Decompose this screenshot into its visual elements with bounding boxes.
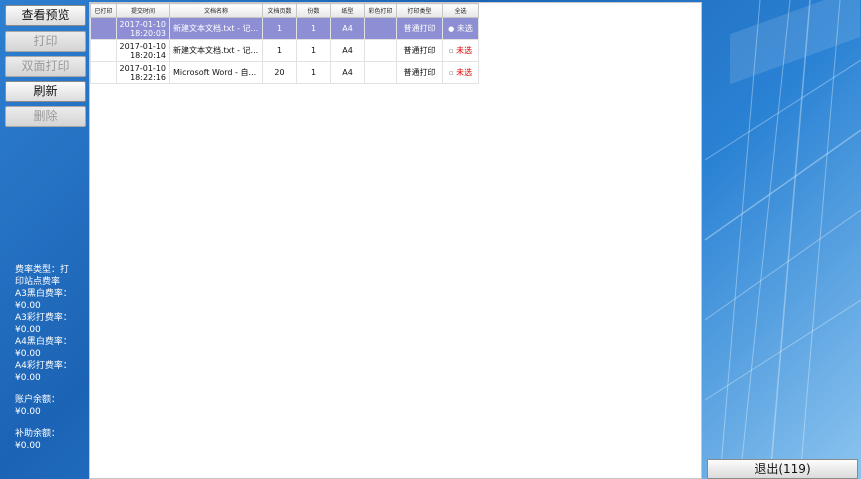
- duplex-print-button[interactable]: 双面打印: [5, 56, 86, 77]
- rates-panel: 费率类型：打 印站点费率 A3黑白费率： ¥0.00 A3彩打费率： ¥0.00…: [15, 264, 87, 452]
- copies-cell[interactable]: 1: [296, 61, 331, 84]
- select-cell[interactable]: ▫ 未选: [442, 39, 479, 62]
- col-paper[interactable]: 纸型: [330, 3, 365, 18]
- submit-date: 2017-01-10: [119, 41, 167, 51]
- printed-cell: [90, 39, 117, 62]
- copies-cell[interactable]: 1: [296, 17, 331, 40]
- pages-cell: 1: [262, 17, 297, 40]
- select-checkbox-icon[interactable]: ▫: [449, 69, 454, 77]
- print-type-cell[interactable]: 普通打印: [396, 39, 443, 62]
- col-submit-time[interactable]: 提交时间: [116, 3, 170, 18]
- preview-button[interactable]: 查看预览: [5, 5, 86, 26]
- subsidy-label: 补助余额：: [15, 429, 61, 439]
- select-checkbox-icon[interactable]: ▫: [449, 47, 454, 55]
- paper-cell[interactable]: A4: [330, 39, 365, 62]
- fee-type-value: 印站点费率: [15, 277, 61, 287]
- left-sidebar: 查看预览 打印 双面打印 刷新 删除 费率类型：打 印站点费率 A3黑白费率： …: [0, 0, 89, 479]
- copies-cell[interactable]: 1: [296, 39, 331, 62]
- print-type-cell[interactable]: 普通打印: [396, 17, 443, 40]
- col-color[interactable]: 彩色打印: [364, 3, 397, 18]
- print-job-table: 已打印 提交时间 文档名称 文档页数 份数 纸型 彩色打印 打印类型 全选 20…: [90, 3, 479, 84]
- pages-cell: 1: [262, 39, 297, 62]
- doc-name-cell: 新建文本文档.txt - 记...: [169, 39, 263, 62]
- col-doc-name[interactable]: 文档名称: [169, 3, 263, 18]
- paper-cell[interactable]: A4: [330, 17, 365, 40]
- balance-value: ¥0.00: [15, 407, 41, 417]
- paper-cell[interactable]: A4: [330, 61, 365, 84]
- submit-clock: 18:22:16: [130, 72, 166, 82]
- color-cell[interactable]: [364, 61, 397, 84]
- select-cell[interactable]: ▫ 未选: [442, 61, 479, 84]
- print-type-cell[interactable]: 普通打印: [396, 61, 443, 84]
- a3-bw-value: ¥0.00: [15, 301, 41, 311]
- a3-bw-label: A3黑白费率：: [15, 289, 72, 299]
- print-button[interactable]: 打印: [5, 31, 86, 52]
- a4-bw-label: A4黑白费率：: [15, 337, 72, 347]
- delete-button[interactable]: 删除: [5, 106, 86, 127]
- col-print-type[interactable]: 打印类型: [396, 3, 443, 18]
- table-row[interactable]: 2017-01-10 18:20:03 新建文本文档.txt - 记... 1 …: [90, 17, 479, 40]
- a4-bw-value: ¥0.00: [15, 349, 41, 359]
- fee-type-label: 费率类型：打: [15, 265, 70, 275]
- submit-date: 2017-01-10: [119, 19, 167, 29]
- a3-color-value: ¥0.00: [15, 325, 41, 335]
- col-select-all[interactable]: 全选: [442, 3, 479, 18]
- document-list-panel: 已打印 提交时间 文档名称 文档页数 份数 纸型 彩色打印 打印类型 全选 20…: [89, 2, 702, 479]
- subsidy-value: ¥0.00: [15, 441, 41, 451]
- a4-color-value: ¥0.00: [15, 373, 41, 383]
- printed-cell: [90, 61, 117, 84]
- exit-button[interactable]: 退出(119): [707, 459, 858, 479]
- printed-cell: [90, 17, 117, 40]
- submit-date: 2017-01-10: [119, 63, 167, 73]
- color-cell[interactable]: [364, 39, 397, 62]
- select-cell[interactable]: ● 未选: [442, 17, 479, 40]
- balance-label: 账户余额：: [15, 395, 61, 405]
- submit-time-cell: 2017-01-10 18:20:14: [116, 39, 170, 62]
- a4-color-label: A4彩打费率：: [15, 361, 72, 371]
- select-status: 未选: [456, 67, 473, 77]
- doc-name-cell: 新建文本文档.txt - 记...: [169, 17, 263, 40]
- select-status: 未选: [456, 45, 473, 55]
- col-copies[interactable]: 份数: [296, 3, 331, 18]
- pages-cell: 20: [262, 61, 297, 84]
- col-printed[interactable]: 已打印: [90, 3, 117, 18]
- table-row[interactable]: 2017-01-10 18:20:14 新建文本文档.txt - 记... 1 …: [90, 39, 479, 62]
- submit-time-cell: 2017-01-10 18:22:16: [116, 61, 170, 84]
- submit-clock: 18:20:14: [130, 50, 166, 60]
- a3-color-label: A3彩打费率：: [15, 313, 72, 323]
- doc-name-cell: Microsoft Word - 自...: [169, 61, 263, 84]
- color-cell[interactable]: [364, 17, 397, 40]
- submit-time-cell: 2017-01-10 18:20:03: [116, 17, 170, 40]
- select-radio-icon[interactable]: ●: [448, 25, 454, 33]
- submit-clock: 18:20:03: [130, 28, 166, 38]
- refresh-button[interactable]: 刷新: [5, 81, 86, 102]
- select-status: 未选: [456, 23, 473, 33]
- table-header-row: 已打印 提交时间 文档名称 文档页数 份数 纸型 彩色打印 打印类型 全选: [90, 3, 479, 18]
- table-row[interactable]: 2017-01-10 18:22:16 Microsoft Word - 自..…: [90, 61, 479, 84]
- col-pages[interactable]: 文档页数: [262, 3, 297, 18]
